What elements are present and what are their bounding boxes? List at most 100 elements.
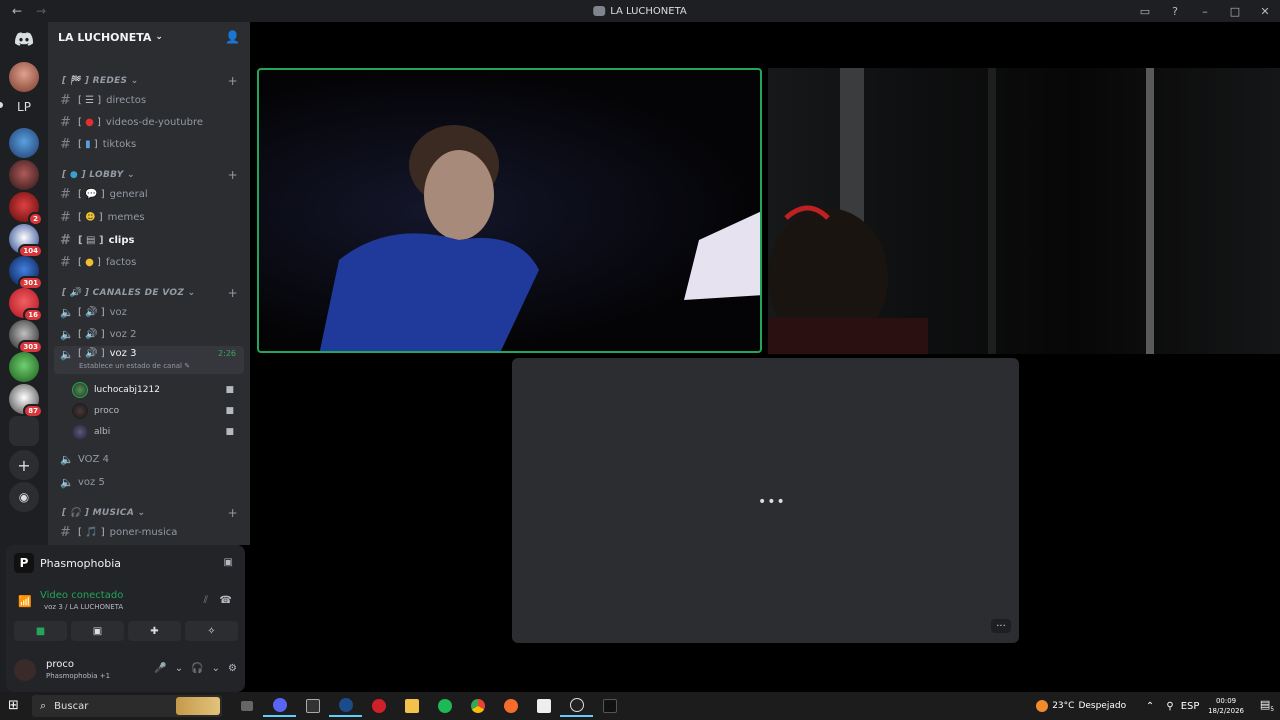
server-icon-2[interactable] xyxy=(9,128,39,158)
microphone-icon[interactable]: 🎤 xyxy=(154,663,166,674)
inbox-icon[interactable]: ▭ xyxy=(1130,5,1160,18)
store-app-icon[interactable] xyxy=(527,695,560,717)
arrow-right-icon[interactable]: → xyxy=(34,4,48,18)
weather-widget[interactable]: 23°C Despejado xyxy=(1036,700,1126,712)
steam-app-icon[interactable] xyxy=(329,695,362,717)
invite-people-icon[interactable]: 👤 xyxy=(225,30,240,44)
create-channel-icon[interactable]: + xyxy=(228,286,238,300)
chrome-app-icon[interactable] xyxy=(461,695,494,717)
activities-button[interactable]: ✚ xyxy=(128,621,181,641)
channel-status-prompt[interactable]: Establece un estado de canal ✎ xyxy=(79,362,190,370)
volume-icon: [ 🔊 ] xyxy=(78,306,105,318)
server-icon-4[interactable]: 2 xyxy=(9,192,43,226)
server-icon-6[interactable]: 301 xyxy=(9,256,43,290)
channel-clips[interactable]: # [ ▤ ] clips xyxy=(54,230,244,250)
voice-status[interactable]: Video conectado xyxy=(40,590,123,601)
windows-start-icon[interactable]: ⊞ xyxy=(8,698,19,713)
windows-taskbar: ⊞ ⌕ Buscar 23°C Despejado ⌃ ⚲ ESP 00:09 … xyxy=(0,692,1280,720)
discord-home-button[interactable] xyxy=(9,24,39,54)
voice-member[interactable]: luchocabj1212 ■ xyxy=(72,380,244,400)
voice-channel-voz[interactable]: 🔈 [ 🔊 ] voz xyxy=(54,302,244,322)
server-folder[interactable] xyxy=(9,416,39,446)
channel-tiktoks[interactable]: # [ ▮ ] tiktoks xyxy=(54,134,244,154)
chevron-down-icon[interactable]: ⌄ xyxy=(175,663,183,674)
channel-directos[interactable]: # [ ☰ ] directos xyxy=(54,90,244,110)
voice-channel-voz-3[interactable]: 🔈 [ 🔊 ] voz 3 2:26 Establece un estado de … xyxy=(54,346,244,374)
obs-app-icon[interactable] xyxy=(560,695,593,717)
arrow-left-icon[interactable]: ← xyxy=(10,4,24,18)
server-icon-5[interactable]: 104 xyxy=(9,224,43,258)
more-options-button[interactable]: ··· xyxy=(991,619,1011,633)
server-icon-1[interactable] xyxy=(9,62,39,92)
speaker-icon: 🔈 xyxy=(60,475,74,489)
discover-compass-icon[interactable]: ◉ xyxy=(9,482,39,512)
channel-videos[interactable]: # [ ● ] videos-de-youtubre xyxy=(54,112,244,132)
voice-channel-voz-4[interactable]: 🔈 VOZ 4 xyxy=(54,449,244,469)
server-icon-10[interactable]: 87 xyxy=(9,384,43,418)
category-lobby[interactable]: [ ● ] LOBBY ⌄ + xyxy=(48,166,250,184)
network-icon[interactable]: ⚲ xyxy=(1160,701,1180,712)
category-canales-de-voz[interactable]: [ 🔊 ] CANALES DE VOZ ⌄ + xyxy=(48,284,250,302)
channel-name: clips xyxy=(108,234,135,246)
soundboard-button[interactable]: ✧ xyxy=(185,621,238,641)
channel-poner-musica[interactable]: # [ 🎵 ] poner-musica xyxy=(54,522,244,542)
headphones-icon[interactable]: 🎧 xyxy=(191,663,203,674)
clock[interactable]: 00:09 18/2/2026 xyxy=(1208,696,1244,716)
origin-app-icon[interactable] xyxy=(494,695,527,717)
chevron-up-icon[interactable]: ⌃ xyxy=(1140,701,1160,712)
video-tile[interactable] xyxy=(768,68,1280,354)
spotify-app-icon[interactable] xyxy=(428,695,461,717)
category-musica[interactable]: [ 🎧 ] MUSICA ⌄ + xyxy=(48,504,250,522)
server-icon-9[interactable] xyxy=(9,352,39,382)
voice-member[interactable]: proco ■ xyxy=(72,401,244,421)
screen-share-button[interactable]: ▣ xyxy=(71,621,124,641)
channel-name: VOZ 4 xyxy=(78,453,109,465)
taskbar-search[interactable]: ⌕ Buscar xyxy=(32,695,222,717)
server-icon-8[interactable]: 303 xyxy=(9,320,43,354)
language-indicator[interactable]: ESP xyxy=(1180,701,1200,712)
create-channel-icon[interactable]: + xyxy=(228,74,238,88)
channel-factos[interactable]: # [ ● ] factos xyxy=(54,252,244,272)
noise-suppression-icon[interactable]: ⫽ xyxy=(204,595,208,606)
disconnect-icon[interactable]: ☎ xyxy=(220,595,232,606)
discord-app-icon[interactable] xyxy=(263,695,296,717)
search-icon: ⌕ xyxy=(40,699,47,712)
server-icon-3[interactable] xyxy=(9,160,39,190)
help-icon[interactable]: ? xyxy=(1160,5,1190,18)
opera-app-icon[interactable] xyxy=(362,695,395,717)
avatar xyxy=(72,424,88,440)
channel-memes[interactable]: # [ ☻ ] memes xyxy=(54,207,244,227)
voice-member[interactable]: albi ■ xyxy=(72,422,244,442)
minimize-icon[interactable]: – xyxy=(1190,5,1220,18)
call-duration: 2:26 xyxy=(218,349,236,358)
user-name[interactable]: proco xyxy=(46,659,74,670)
voice-channel-voz-5[interactable]: 🔈 voz 5 xyxy=(54,472,244,492)
task-view-icon[interactable] xyxy=(230,695,263,717)
hash-icon: # xyxy=(60,524,71,540)
create-channel-icon[interactable]: + xyxy=(228,506,238,520)
search-label: Buscar xyxy=(54,700,89,712)
create-channel-icon[interactable]: + xyxy=(228,168,238,182)
video-tile-speaking[interactable] xyxy=(257,68,762,353)
maximize-icon[interactable]: □ xyxy=(1220,5,1250,18)
notification-icon[interactable]: ▤5 xyxy=(1254,698,1280,713)
server-icon-lp[interactable]: LP xyxy=(9,92,39,122)
channel-general[interactable]: # [ 💬 ] general xyxy=(54,184,244,204)
camera-button[interactable]: ■ xyxy=(14,621,67,641)
chevron-down-icon[interactable]: ⌄ xyxy=(212,663,220,674)
channel-name: voz 3 xyxy=(109,348,137,359)
file-explorer-icon[interactable] xyxy=(395,695,428,717)
avatar[interactable] xyxy=(14,659,36,681)
category-redes[interactable]: [ 🏁 ] REDES ⌄ + xyxy=(48,72,250,90)
server-header[interactable]: LA LUCHONETA ⌄ 👤 xyxy=(48,22,250,52)
share-screen-icon[interactable]: ▣ xyxy=(224,557,233,568)
close-icon[interactable]: ✕ xyxy=(1250,5,1280,18)
voice-location[interactable]: voz 3 / LA LUCHONETA xyxy=(44,603,123,611)
gear-icon[interactable]: ⚙ xyxy=(228,663,237,674)
video-tile-loading[interactable]: ••• ··· xyxy=(512,358,1019,643)
add-server-button[interactable]: + xyxy=(9,450,39,480)
voice-channel-voz-2[interactable]: 🔈 [ 🔊 ] voz 2 xyxy=(54,324,244,344)
terminal-app-icon[interactable] xyxy=(296,695,329,717)
media-app-icon[interactable] xyxy=(593,695,626,717)
server-icon-7[interactable]: 16 xyxy=(9,288,43,322)
